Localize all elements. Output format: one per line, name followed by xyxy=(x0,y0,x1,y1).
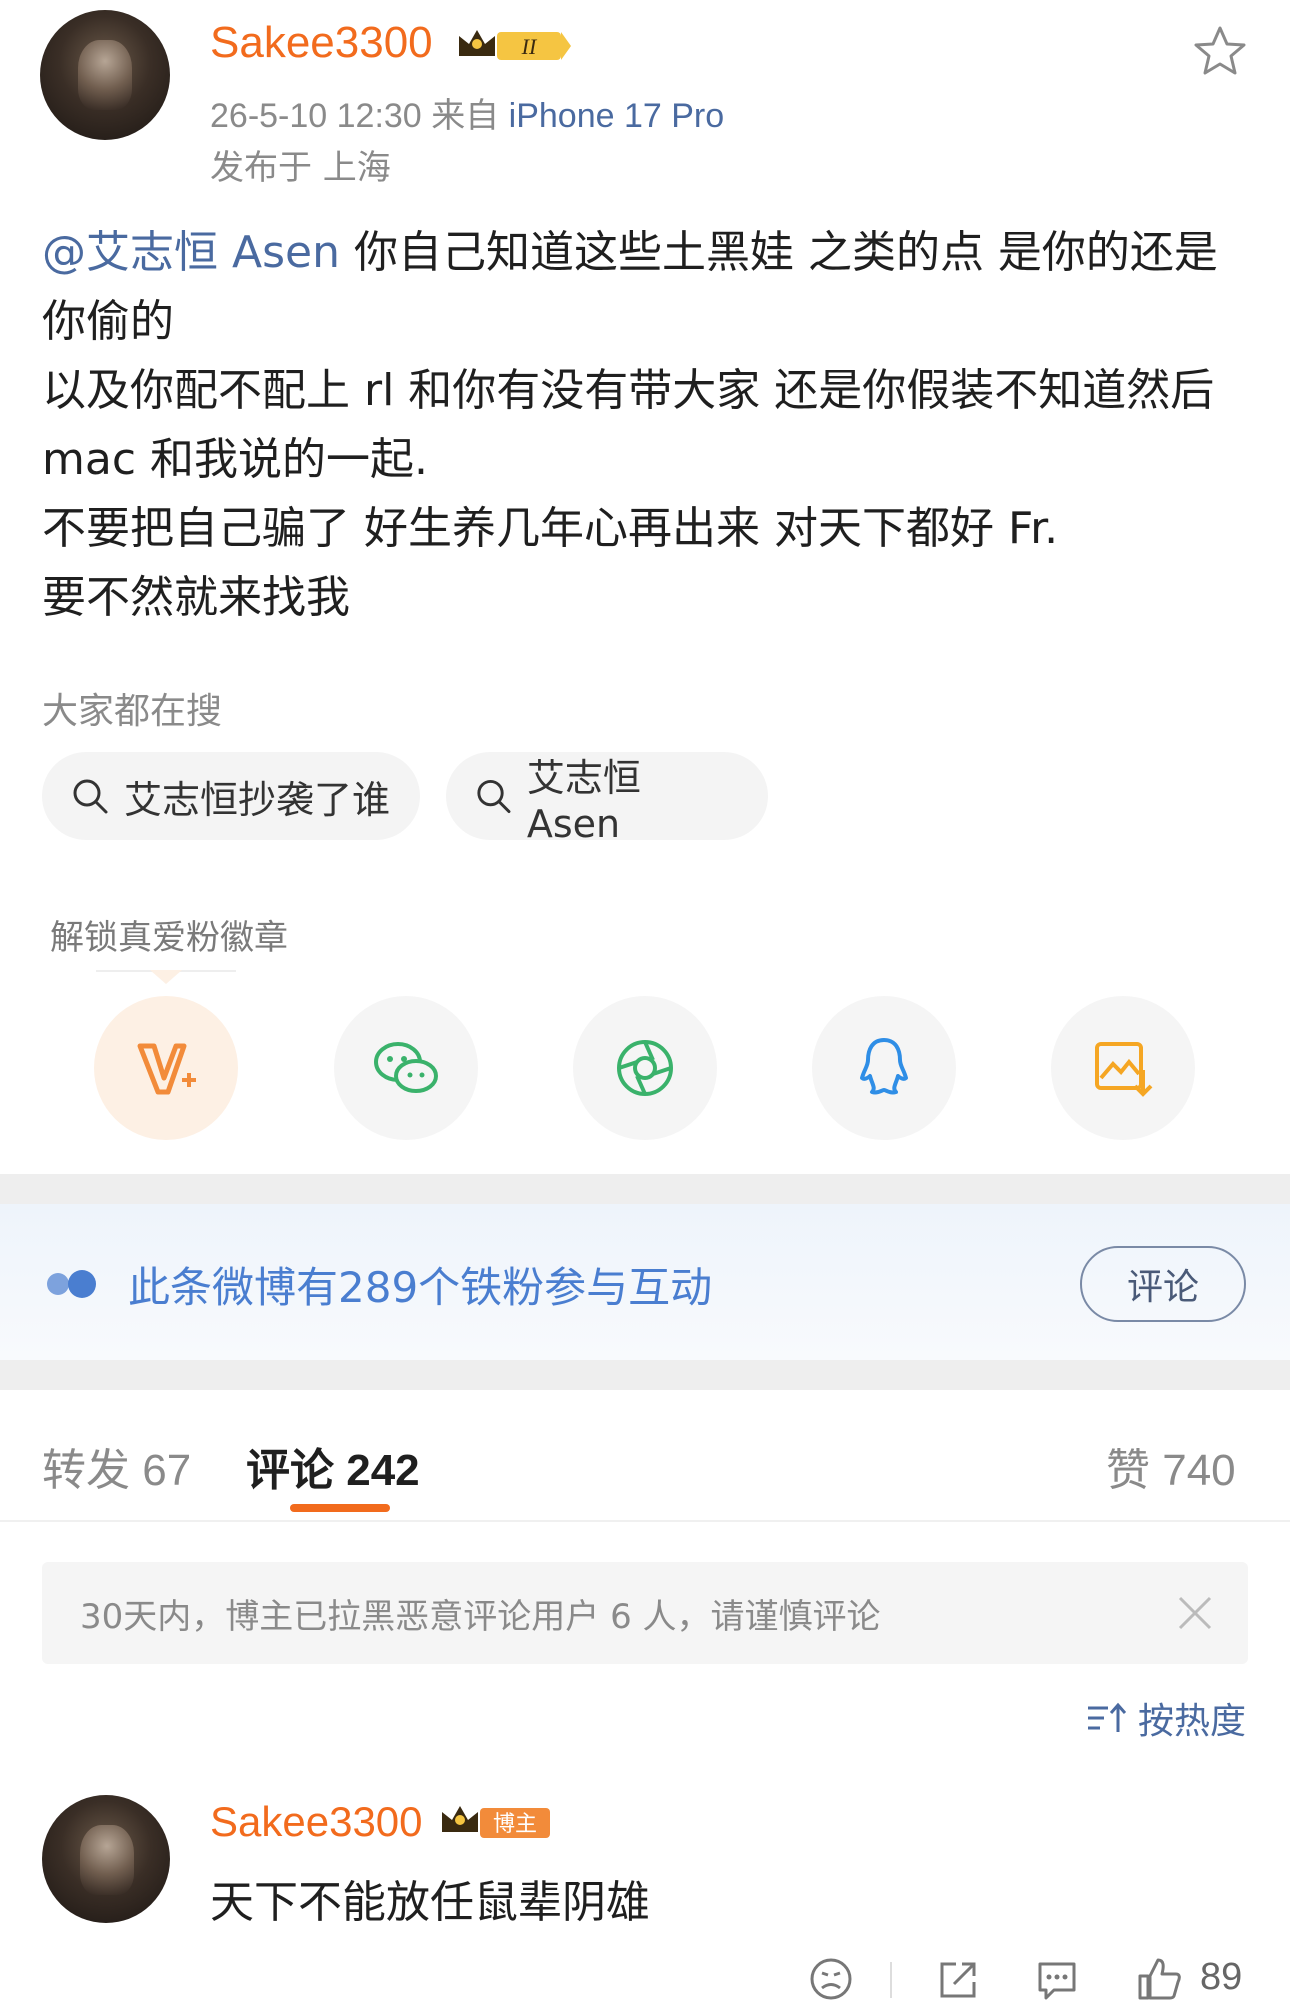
post-device[interactable]: iPhone 17 Pro xyxy=(509,97,725,135)
sort-label: 按热度 xyxy=(1138,1701,1247,1742)
comment-text: 天下不能放任鼠辈阴雄 xyxy=(210,1877,650,1928)
search-chip[interactable]: 艾志恒 Asen xyxy=(446,752,768,846)
post-location: 发布于 上海 xyxy=(210,148,391,188)
tab-comments[interactable]: 评论 242 xyxy=(246,1434,420,1498)
vplus-share-button[interactable] xyxy=(94,996,238,1140)
mention-link[interactable]: @艾志恒 Asen xyxy=(42,227,340,278)
post-source-prefix: 来自 xyxy=(431,97,500,135)
level-badge-text: II xyxy=(521,34,538,59)
wechat-icon xyxy=(374,1042,438,1093)
fans-comment-button[interactable]: 评论 xyxy=(1080,1246,1246,1322)
sort-by-hot-button[interactable]: 按热度 xyxy=(1086,1692,1246,1744)
qq-share-button[interactable] xyxy=(812,996,956,1140)
wechat-share-button[interactable] xyxy=(334,996,478,1140)
author-name[interactable]: Sakee3300 xyxy=(210,18,433,68)
trending-search-title: 大家都在搜 xyxy=(42,691,223,732)
save-image-share-button[interactable] xyxy=(1051,996,1195,1140)
search-icon xyxy=(477,779,511,814)
vplus-icon xyxy=(137,1043,196,1095)
share-icon[interactable] xyxy=(936,1956,982,2002)
search-chip-label: 艾志恒抄袭了谁 xyxy=(124,777,391,822)
tab-likes[interactable]: 赞 740 xyxy=(1106,1434,1236,1498)
moments-share-button[interactable] xyxy=(573,996,717,1140)
post-header: Sakee3300 II 26-5-10 12:30 来自 iPhone 17 … xyxy=(0,0,1290,190)
post-line-3: 不要把自己骗了 好生养几年心再出来 对天下都好 Fr. xyxy=(42,503,1059,554)
commenter-avatar[interactable] xyxy=(42,1795,170,1923)
like-icon[interactable] xyxy=(1136,1956,1182,2002)
post-line-4: 要不然就来找我 xyxy=(42,572,350,623)
search-chip[interactable]: 艾志恒抄袭了谁 xyxy=(42,752,420,840)
notice-text: 30天内，博主已拉黑恶意评论用户 6 人，请谨慎评论 xyxy=(80,1596,881,1637)
comment-actions: 89 xyxy=(0,1950,1290,2010)
author-badge-icon: 博主 xyxy=(442,1806,550,1838)
author-avatar[interactable] xyxy=(40,10,170,140)
comment-like-count: 89 xyxy=(1200,1956,1243,1998)
interaction-tabs: 转发 67 评论 242 赞 740 xyxy=(0,1392,1290,1522)
section-divider xyxy=(0,1174,1290,1204)
post-content: @艾志恒 Asen 你自己知道这些土黑娃 之类的点 是你的还是你偷的 以及你配不… xyxy=(42,218,1252,632)
reply-icon[interactable] xyxy=(1034,1956,1080,2002)
iron-fans-text: 此条微博有289个铁粉参与互动 xyxy=(128,1263,713,1312)
save-image-icon xyxy=(1095,1042,1153,1097)
post-line-1: @艾志恒 Asen 你自己知道这些土黑娃 之类的点 是你的还是你偷的 xyxy=(42,227,1218,347)
unlock-fan-badge-label[interactable]: 解锁真爱粉徽章 xyxy=(50,910,288,959)
post-line-2: 以及你配不配上 rl 和你有没有带大家 还是你假装不知道然后 mac 和我说的一… xyxy=(42,365,1215,485)
blocked-users-notice: 30天内，博主已拉黑恶意评论用户 6 人，请谨慎评论 xyxy=(42,1562,1248,1664)
section-divider xyxy=(0,1360,1290,1390)
close-icon[interactable] xyxy=(1176,1594,1214,1632)
sort-icon xyxy=(1088,1702,1126,1732)
favorite-star-icon[interactable] xyxy=(1190,22,1250,82)
author-badge-text: 博主 xyxy=(493,1812,537,1837)
level-badge-icon[interactable]: II xyxy=(455,26,573,66)
active-tab-indicator xyxy=(290,1504,390,1512)
post-timestamp: 26-5-10 12:30 xyxy=(210,97,422,135)
search-icon xyxy=(73,779,108,814)
moments-icon xyxy=(617,1040,673,1096)
search-chip-label: 艾志恒 Asen xyxy=(526,755,641,846)
tab-reposts[interactable]: 转发 67 xyxy=(42,1434,191,1498)
post-meta: 26-5-10 12:30 来自 iPhone 17 Pro xyxy=(210,88,724,137)
fans-dots-icon xyxy=(47,1270,96,1298)
dislike-icon[interactable] xyxy=(808,1956,854,2002)
iron-fans-banner: 此条微博有289个铁粉参与互动 评论 xyxy=(0,1204,1290,1360)
qq-icon xyxy=(860,1038,908,1095)
commenter-name[interactable]: Sakee3300 xyxy=(210,1798,423,1846)
unlock-pointer xyxy=(150,970,182,984)
action-separator xyxy=(890,1962,892,1998)
